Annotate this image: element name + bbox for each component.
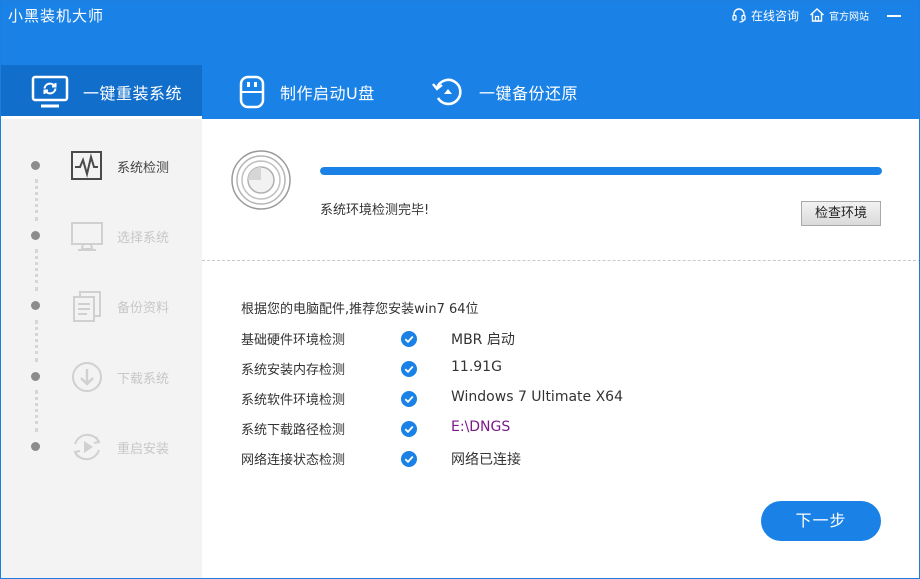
step-dot [31,161,40,170]
check-label: 系统安装内存检测 [241,363,346,378]
check-circle-icon [401,331,417,347]
check-row-memory: 系统安装内存检测 11.91G [241,357,841,387]
step-label: 备份资料 [117,301,170,316]
step-label: 重启安装 [117,442,170,457]
step-download-system: 下载系统 [1,356,202,396]
check-results: 基础硬件环境检测 MBR 启动 系统安装内存检测 11.91G 系统软件环境检测 [241,327,841,477]
step-label: 下载系统 [117,372,170,387]
tab-backup-restore[interactable]: 一键备份还原 [401,65,621,119]
documents-icon [73,291,101,322]
check-value: 网络已连接 [451,452,521,468]
header: 小黑装机大师 在线咨询 官方网站 一键重装系统 制作启动U盘 一键备份还原 [1,1,919,119]
detection-status: 系统环境检测完毕! [320,203,430,218]
check-value: 11.91G [451,359,502,375]
check-circle-icon [401,361,417,377]
reboot-icon [73,433,101,461]
tab-one-click-reinstall[interactable]: 一键重装系统 [1,65,202,119]
check-label: 网络连接状态检测 [241,453,346,468]
main-panel: 系统环境检测完毕! 检查环境 根据您的电脑配件,推荐您安装win7 64位 基础… [202,119,919,578]
pulse-monitor-icon [71,151,102,180]
usb-icon [239,75,265,109]
desktop-icon [71,222,103,251]
download-icon [72,362,102,392]
check-circle-icon [401,451,417,467]
check-row-download-path: 系统下载路径检测 E:\DNGS [241,417,841,447]
check-circle-icon [401,421,417,437]
home-icon [810,8,824,22]
tab-make-usb[interactable]: 制作启动U盘 [202,65,401,119]
check-circle-icon [401,391,417,407]
check-label: 系统软件环境检测 [241,393,346,408]
step-dot [31,442,40,451]
section-divider [202,260,919,261]
step-dot [31,231,40,240]
check-environment-button[interactable]: 检查环境 [801,201,881,226]
detection-progress-bar [320,167,882,175]
check-label: 系统下载路径检测 [241,423,346,438]
step-label: 选择系统 [117,231,170,246]
step-select-system: 选择系统 [1,215,202,255]
headset-icon [732,8,746,23]
check-label: 基础硬件环境检测 [241,333,346,348]
official-site-link[interactable]: 官方网站 [809,7,869,23]
tab-label: 一键重装系统 [83,84,183,103]
app-title: 小黑装机大师 [8,7,105,25]
restore-icon [432,78,462,106]
check-row-hardware: 基础硬件环境检测 MBR 启动 [241,327,841,357]
check-value: Windows 7 Ultimate X64 [451,389,623,405]
radar-scan-icon [231,150,291,210]
step-dot [31,301,40,310]
monitor-refresh-icon [31,75,69,108]
recommendation-text: 根据您的电脑配件,推荐您安装win7 64位 [241,302,479,317]
tab-label: 制作启动U盘 [280,84,375,103]
header-links: 在线咨询 官方网站 [721,5,905,25]
check-row-network: 网络连接状态检测 网络已连接 [241,447,841,477]
next-step-button[interactable]: 下一步 [761,501,881,541]
minimize-button[interactable] [883,5,905,25]
steps-sidebar: 系统检测 选择系统 备份资料 下载系统 重启安装 [1,119,202,578]
main-tabs: 一键重装系统 制作启动U盘 一键备份还原 [1,65,621,119]
tab-label: 一键备份还原 [479,84,579,103]
progress-fill [320,167,882,175]
step-backup-data: 备份资料 [1,285,202,325]
official-site-label: 官方网站 [829,11,869,23]
app-window: 小黑装机大师 在线咨询 官方网站 一键重装系统 制作启动U盘 一键备份还原 系统… [0,0,920,579]
check-value: MBR 启动 [451,332,515,348]
online-consult-label: 在线咨询 [750,8,799,23]
step-label: 系统检测 [117,161,170,176]
step-system-detect: 系统检测 [1,145,202,185]
step-reboot-install: 重启安装 [1,426,202,466]
download-path-link[interactable]: E:\DNGS [451,419,510,435]
check-row-software: 系统软件环境检测 Windows 7 Ultimate X64 [241,387,841,417]
online-consult-link[interactable]: 在线咨询 [731,7,799,24]
step-dot [31,372,40,381]
